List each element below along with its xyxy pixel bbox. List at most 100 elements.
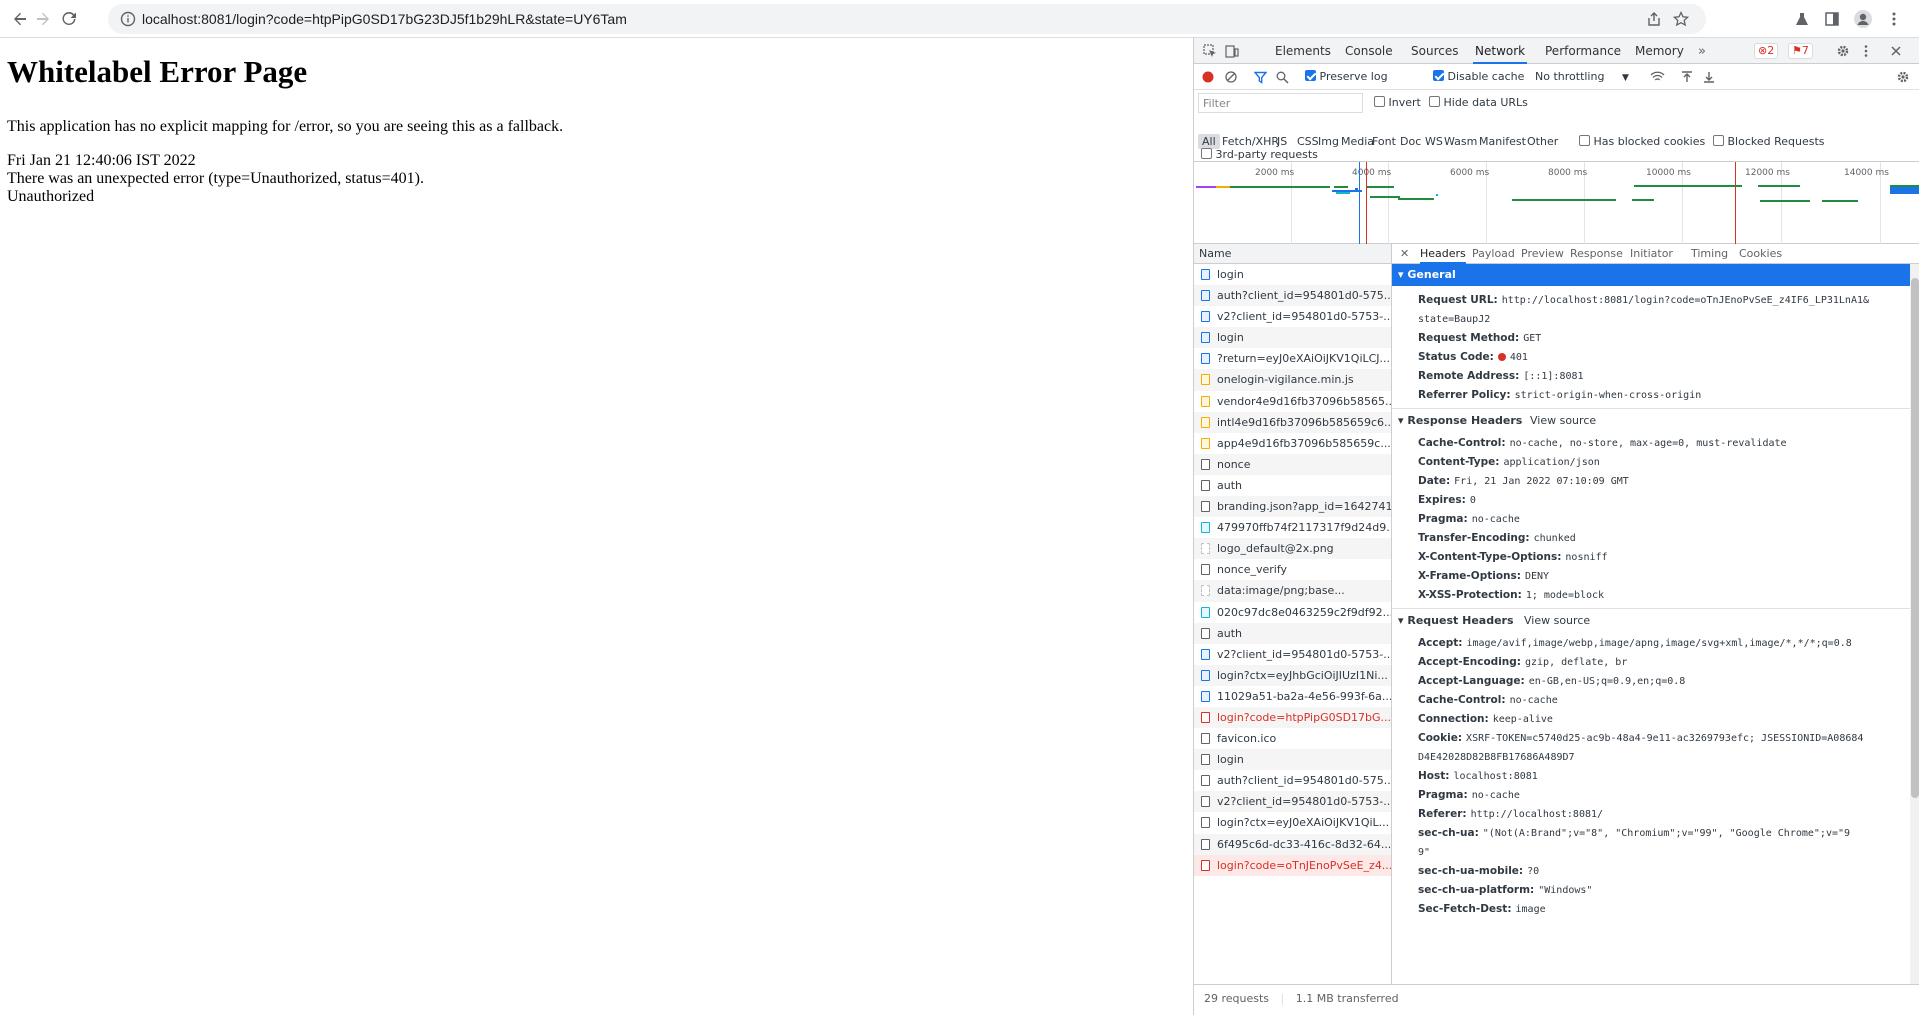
search-icon[interactable] [1275,70,1289,84]
request-row[interactable]: login?code=oTnJEnoPvSeE_z4... [1194,854,1391,876]
request-row[interactable]: auth [1194,475,1391,496]
detail-tab-initiator[interactable]: Initiator [1630,244,1673,264]
disable-cache-checkbox[interactable]: Disable cache [1433,70,1524,83]
network-conditions-wifi-icon[interactable] [1649,70,1665,84]
type-filter-img[interactable]: Img [1318,135,1339,148]
request-row[interactable]: login?ctx=eyJ0eXAiOiJKV1QiL... [1194,812,1391,833]
request-row[interactable]: login?code=htpPipG0SD17bG... [1194,706,1391,729]
scrollbar-thumb[interactable] [1911,278,1919,798]
general-section-header[interactable]: ▾ General [1392,264,1910,286]
address-bar[interactable]: localhost:8081/login?code=htpPipG0SD17bG… [108,4,1706,34]
request-row[interactable]: ?return=eyJ0eXAiOiJKV1QiLCJ... [1194,348,1391,369]
tab-memory[interactable]: Memory [1633,38,1686,64]
request-row[interactable]: onelogin-vigilance.min.js [1194,369,1391,391]
request-row[interactable]: branding.json?app_id=1642741 [1194,496,1391,518]
third-party-requests-checkbox[interactable]: 3rd-party requests [1201,148,1318,161]
side-panel-icon[interactable] [1820,7,1844,31]
request-row[interactable]: 479970ffb74f2117317f9d24d9... [1194,517,1391,538]
request-row[interactable]: login?ctx=eyJhbGciOiJIUzI1Ni... [1194,664,1391,686]
preserve-log-checkbox[interactable]: Preserve log [1305,70,1388,83]
invert-checkbox[interactable]: Invert [1374,96,1421,109]
type-filter-media[interactable]: Media [1341,135,1374,148]
detail-tab-headers[interactable]: Headers [1420,244,1466,264]
device-toolbar-icon[interactable] [1224,43,1240,59]
export-har-icon[interactable] [1702,70,1716,84]
hide-data-urls-checkbox[interactable]: Hide data URLs [1429,96,1528,109]
headers-scrollbar[interactable] [1910,264,1919,984]
detail-tab-payload[interactable]: Payload [1472,244,1515,264]
request-row[interactable]: vendor4e9d16fb37096b58565... [1194,391,1391,412]
lab-flask-icon[interactable] [1790,7,1814,31]
detail-tab-cookies[interactable]: Cookies [1739,244,1782,264]
request-row[interactable]: 020c97dc8e0463259c2f9df92... [1194,602,1391,623]
more-tabs-chevron-icon[interactable]: » [1694,43,1710,59]
throttling-select[interactable]: No throttling ▼ [1535,70,1629,83]
reload-icon[interactable] [57,7,81,31]
close-detail-icon[interactable]: ✕ [1400,244,1409,264]
filter-input[interactable]: Filter [1198,93,1363,113]
response-headers-section-header[interactable]: ▾ Response Headers View source [1392,408,1910,432]
request-row[interactable]: intl4e9d16fb37096b585659c6... [1194,411,1391,433]
browser-menu-kebab-icon[interactable] [1882,7,1906,31]
type-filter-manifest[interactable]: Manifest [1479,135,1526,148]
name-column-header[interactable]: Name [1194,244,1392,264]
request-headers-section-header[interactable]: ▾ Request Headers View source [1392,608,1910,632]
request-row[interactable]: app4e9d16fb37096b585659c... [1194,433,1391,454]
site-info-icon[interactable] [120,11,136,27]
type-filter-ws[interactable]: WS [1425,135,1443,148]
profile-avatar-icon[interactable] [1851,7,1875,31]
request-row[interactable]: login [1194,749,1391,771]
share-icon[interactable] [1644,9,1664,29]
request-row[interactable]: auth?client_id=954801d0-575... [1194,770,1391,791]
type-filter-font[interactable]: Font [1372,135,1396,148]
issues-count-badge[interactable]: ⚑7 [1788,43,1813,59]
close-devtools-icon[interactable] [1888,43,1904,59]
response-view-source-link[interactable]: View source [1530,409,1596,433]
inspect-element-icon[interactable] [1202,43,1218,59]
settings-gear-icon[interactable] [1835,43,1851,59]
devtools-menu-kebab-icon[interactable] [1858,43,1874,59]
request-row[interactable]: v2?client_id=954801d0-5753-... [1194,791,1391,813]
tab-network[interactable]: Network [1473,38,1528,64]
tab-elements[interactable]: Elements [1273,38,1333,64]
tab-sources[interactable]: Sources [1409,38,1460,64]
request-row[interactable]: 6f495c6d-dc33-416c-8d32-64... [1194,833,1391,855]
request-row[interactable]: 11029a51-ba2a-4e56-993f-6a... [1194,686,1391,707]
bookmark-star-icon[interactable] [1671,9,1691,29]
request-row[interactable]: auth?client_id=954801d0-575... [1194,285,1391,307]
type-filter-all[interactable]: All [1198,134,1220,149]
has-blocked-cookies-checkbox[interactable]: Has blocked cookies [1579,135,1705,148]
import-har-icon[interactable] [1680,70,1694,84]
record-icon[interactable] [1201,70,1215,84]
tab-console[interactable]: Console [1343,38,1395,64]
request-row[interactable]: nonce [1194,453,1391,475]
clear-icon[interactable] [1224,70,1238,84]
request-row[interactable]: v2?client_id=954801d0-5753-... [1194,306,1391,327]
error-count-badge[interactable]: ⊗2 [1754,43,1779,59]
type-filter-other[interactable]: Other [1527,135,1558,148]
request-row[interactable]: logo_default@2x.png [1194,538,1391,560]
request-row[interactable]: login [1194,264,1391,285]
type-filter-wasm[interactable]: Wasm [1444,135,1477,148]
network-overview-timeline[interactable]: 2000 ms 4000 ms 6000 ms 8000 ms 10000 ms 1200… [1194,162,1919,244]
back-arrow-icon[interactable] [8,7,32,31]
request-row[interactable]: v2?client_id=954801d0-5753-... [1194,644,1391,665]
detail-tab-preview[interactable]: Preview [1521,244,1564,264]
type-filter-doc[interactable]: Doc [1400,135,1421,148]
filter-funnel-icon[interactable] [1253,70,1267,84]
type-filter-js[interactable]: JS [1277,135,1287,148]
request-row[interactable]: favicon.ico [1194,728,1391,749]
request-row[interactable]: nonce_verify [1194,559,1391,580]
tab-performance[interactable]: Performance [1543,38,1623,64]
request-row[interactable]: login [1194,327,1391,349]
request-view-source-link[interactable]: View source [1524,609,1590,633]
request-row[interactable]: data:image/png;base... [1194,580,1391,602]
type-filter-fetchxhr[interactable]: Fetch/XHR [1222,135,1279,148]
forward-arrow-icon[interactable] [31,7,55,31]
detail-tab-response[interactable]: Response [1570,244,1623,264]
request-row[interactable]: auth [1194,622,1391,644]
detail-tab-timing[interactable]: Timing [1691,244,1728,264]
blocked-requests-checkbox[interactable]: Blocked Requests [1713,135,1825,148]
network-settings-gear-icon[interactable] [1895,70,1911,84]
type-filter-css[interactable]: CSS [1297,135,1319,148]
